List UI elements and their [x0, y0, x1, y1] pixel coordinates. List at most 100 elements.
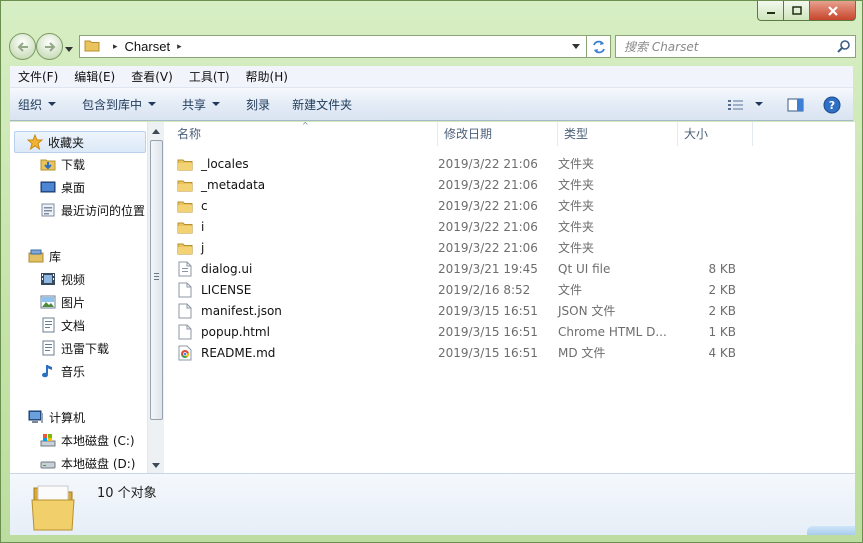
folder-icon — [177, 156, 193, 172]
preview-pane-button[interactable] — [787, 98, 805, 112]
minimize-icon — [766, 11, 775, 14]
file-name: j — [201, 240, 205, 255]
file-name-cell: manifest.json — [177, 303, 438, 319]
forward-button[interactable] — [36, 33, 63, 60]
file-type: Qt UI file — [558, 261, 611, 276]
navigation-pane: 收藏夹 下载 桌面 最近访问的位置 库 视频 图片 文档 迅雷下载 音乐 计算机… — [10, 122, 163, 473]
column-date-label: 修改日期 — [444, 127, 493, 141]
view-options-dropdown[interactable] — [755, 102, 763, 107]
nav-item-music[interactable]: 音乐 — [40, 360, 85, 382]
nav-favorites[interactable]: 收藏夹 — [14, 131, 146, 153]
file-name: c — [201, 198, 208, 213]
file-row[interactable]: popup.html 2019/3/15 16:51 Chrome HTML D..… — [177, 321, 736, 342]
scroll-up-button[interactable] — [148, 123, 164, 139]
search-icon[interactable] — [837, 39, 851, 56]
burn-label: 刻录 — [246, 97, 271, 112]
nav-item-downloads[interactable]: 下载 — [40, 153, 85, 175]
file-name-cell: j — [177, 240, 438, 256]
chevron-up-icon — [152, 128, 160, 134]
navigation-scrollbar[interactable] — [147, 122, 164, 473]
library-icon — [28, 248, 44, 264]
nav-computer[interactable]: 计算机 — [28, 406, 85, 428]
nav-item-drive-c[interactable]: 本地磁盘 (C:) — [40, 429, 135, 451]
file-name: dialog.ui — [201, 261, 253, 276]
nav-item-xunlei-downloads[interactable]: 迅雷下载 — [40, 337, 109, 359]
menu-bar: 文件(F) 编辑(E) 查看(V) 工具(T) 帮助(H) — [10, 66, 853, 88]
maximize-button[interactable] — [784, 1, 810, 21]
menu-view[interactable]: 查看(V) — [123, 66, 181, 88]
organize-button[interactable]: 组织 — [10, 88, 65, 121]
nav-item-label: 文档 — [61, 318, 86, 333]
recent-pages-dropdown[interactable] — [65, 42, 73, 56]
change-view-button[interactable] — [727, 98, 745, 112]
file-name: _locales — [201, 156, 249, 171]
file-type: 文件夹 — [558, 157, 595, 171]
nav-item-label: 桌面 — [61, 180, 86, 195]
file-date: 2019/2/16 8:52 — [438, 282, 531, 297]
resize-grip[interactable] — [807, 526, 855, 535]
include-in-library-button[interactable]: 包含到库中 — [73, 88, 165, 121]
chevron-down-icon — [755, 102, 763, 106]
back-button[interactable] — [9, 33, 36, 60]
minimize-button[interactable] — [757, 1, 784, 21]
column-date-modified[interactable]: 修改日期 — [438, 122, 558, 146]
nav-item-recent-places[interactable]: 最近访问的位置 — [40, 199, 145, 221]
file-row[interactable]: c 2019/3/22 21:06 文件夹 — [177, 195, 736, 216]
command-bar: 组织 包含到库中 共享 刻录 新建文件夹 ? — [10, 88, 853, 121]
file-size: 4 KB — [708, 345, 736, 360]
search-input[interactable] — [624, 39, 834, 54]
breadcrumb-item-charset[interactable]: Charset — [125, 39, 171, 54]
breadcrumb-separator[interactable]: ▸ — [113, 42, 118, 52]
documents-library-icon — [40, 317, 56, 333]
column-name[interactable]: ^ 名称 — [164, 121, 438, 146]
nav-item-label: 最近访问的位置 — [61, 203, 146, 218]
search-box[interactable] — [615, 35, 856, 58]
menu-file[interactable]: 文件(F) — [10, 66, 66, 88]
nav-item-pictures[interactable]: 图片 — [40, 291, 85, 313]
file-row[interactable]: README.md 2019/3/15 16:51 MD 文件 4 KB — [177, 342, 736, 363]
file-date: 2019/3/15 16:51 — [438, 345, 538, 360]
nav-item-drive-d[interactable]: 本地磁盘 (D:) — [40, 452, 135, 473]
menu-help[interactable]: 帮助(H) — [238, 66, 296, 88]
column-type-label: 类型 — [564, 127, 589, 141]
refresh-button[interactable] — [587, 35, 611, 58]
item-count: 10 个对象 — [97, 486, 157, 501]
maximize-icon — [791, 5, 802, 15]
menu-edit[interactable]: 编辑(E) — [66, 66, 123, 88]
nav-item-videos[interactable]: 视频 — [40, 268, 85, 290]
computer-icon — [28, 409, 44, 425]
nav-libraries[interactable]: 库 — [28, 245, 61, 267]
explorer-window: ▸ Charset ▸ 文件(F) 编辑(E) 查看(V) 工具(T) 帮助( — [0, 0, 863, 543]
column-size[interactable]: 大小 — [678, 122, 753, 146]
burn-button[interactable]: 刻录 — [237, 88, 279, 121]
address-bar[interactable]: ▸ Charset ▸ — [79, 35, 587, 58]
new-folder-button[interactable]: 新建文件夹 — [283, 88, 361, 121]
address-history-dropdown[interactable] — [568, 36, 584, 57]
refresh-icon — [592, 40, 605, 53]
file-row[interactable]: j 2019/3/22 21:06 文件夹 — [177, 237, 736, 258]
nav-item-desktop[interactable]: 桌面 — [40, 176, 85, 198]
file-row[interactable]: LICENSE 2019/2/16 8:52 文件 2 KB — [177, 279, 736, 300]
music-note-icon — [40, 363, 56, 379]
caption-buttons — [757, 1, 856, 21]
menu-tools[interactable]: 工具(T) — [181, 66, 238, 88]
column-type[interactable]: 类型 — [558, 122, 678, 146]
file-name-cell: _locales — [177, 156, 438, 172]
share-button[interactable]: 共享 — [173, 88, 229, 121]
file-row[interactable]: _metadata 2019/3/22 21:06 文件夹 — [177, 174, 736, 195]
file-row[interactable]: _locales 2019/3/22 21:06 文件夹 — [177, 153, 736, 174]
file-size: 1 KB — [708, 324, 736, 339]
file-name-cell: popup.html — [177, 324, 438, 340]
scroll-down-button[interactable] — [148, 457, 164, 473]
folder-icon — [177, 198, 193, 214]
close-button[interactable] — [810, 1, 856, 21]
scrollbar-thumb[interactable] — [150, 140, 163, 420]
breadcrumb-separator[interactable]: ▸ — [177, 42, 182, 52]
help-button[interactable]: ? — [823, 96, 841, 114]
file-name: README.md — [201, 345, 276, 360]
file-row[interactable]: manifest.json 2019/3/15 16:51 JSON 文件 2 KB — [177, 300, 736, 321]
file-name: LICENSE — [201, 282, 252, 297]
nav-item-documents[interactable]: 文档 — [40, 314, 85, 336]
file-row[interactable]: i 2019/3/22 21:06 文件夹 — [177, 216, 736, 237]
file-row[interactable]: dialog.ui 2019/3/21 19:45 Qt UI file 8 KB — [177, 258, 736, 279]
